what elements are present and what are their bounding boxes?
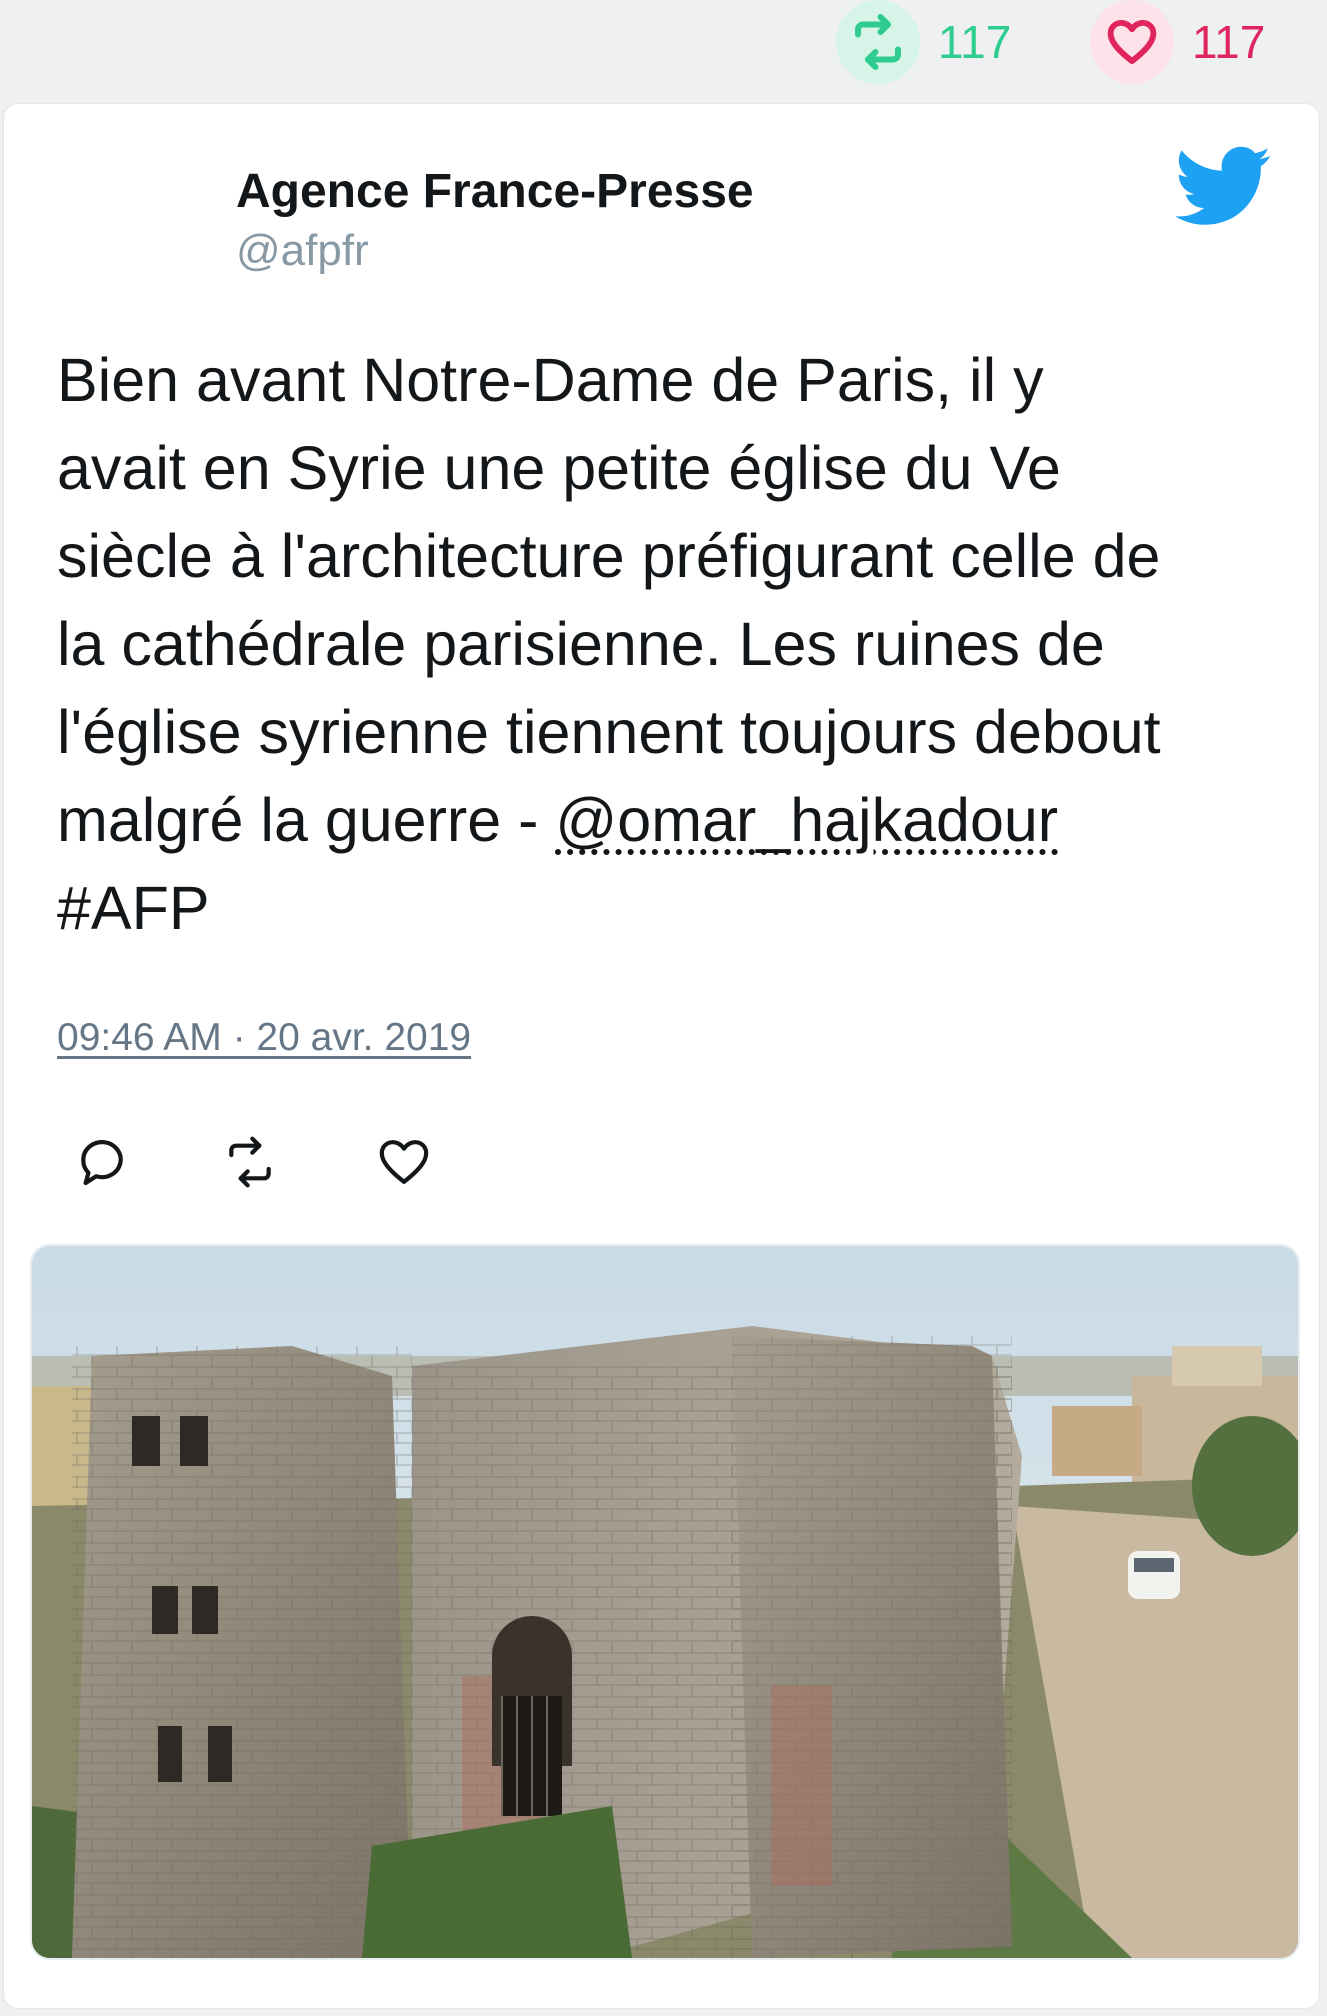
tweet-photo[interactable]: [30, 1244, 1300, 1960]
heart-icon[interactable]: [1090, 0, 1174, 84]
retweet-stat[interactable]: 117: [836, 0, 1011, 84]
author-name[interactable]: Agence France-Presse: [236, 164, 754, 219]
twitter-bird-icon[interactable]: [1174, 146, 1272, 230]
tweet-timestamp[interactable]: 09:46 AM · 20 avr. 2019: [57, 1016, 471, 1060]
retweet-action-icon[interactable]: [222, 1134, 278, 1190]
author-handle[interactable]: @afpfr: [236, 226, 369, 276]
like-count: 117: [1192, 16, 1266, 68]
mention-link[interactable]: @omar_hajkadour: [555, 786, 1058, 854]
like-action-icon[interactable]: [376, 1134, 432, 1190]
tweet-card: Agence France-Presse @afpfr Bien avant N…: [4, 104, 1319, 2008]
like-stat[interactable]: 117: [1090, 0, 1265, 84]
hashtag-link[interactable]: #AFP: [57, 874, 210, 942]
retweet-icon[interactable]: [836, 0, 920, 84]
reply-icon[interactable]: [74, 1134, 130, 1190]
tweet-body: Bien avant Notre-Dame de Paris, il y ava…: [57, 346, 1161, 854]
engagement-bar: 117 117: [0, 0, 1327, 100]
tweet-text: Bien avant Notre-Dame de Paris, il y ava…: [57, 336, 1277, 952]
retweet-count: 117: [938, 16, 1012, 68]
